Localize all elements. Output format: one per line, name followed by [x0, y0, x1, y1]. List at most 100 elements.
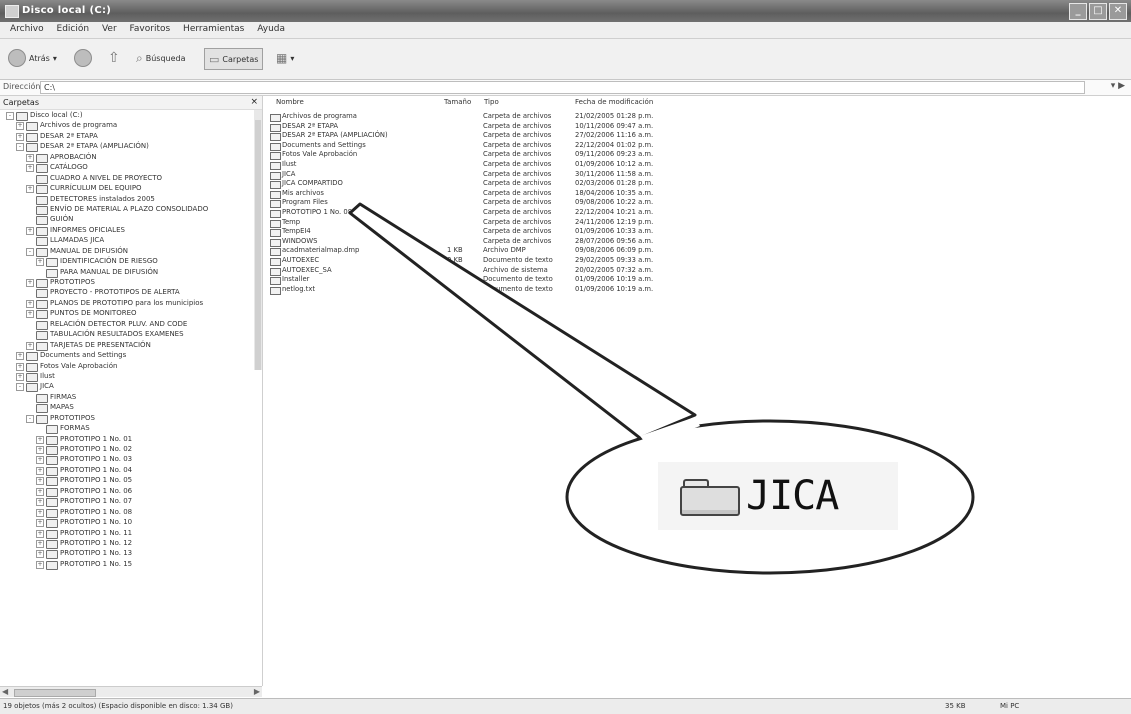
tree-node[interactable]: TABULACIÓN RESULTADOS EXAMENES [0, 329, 262, 341]
expand-icon[interactable]: + [36, 477, 44, 486]
expand-icon[interactable]: + [26, 226, 34, 235]
expand-icon[interactable]: + [36, 560, 44, 569]
tree-node[interactable]: + PROTOTIPO 1 No. 06 [0, 486, 262, 497]
expand-icon[interactable]: + [16, 122, 24, 131]
tree-node[interactable]: + PROTOTIPO 1 No. 07 [0, 496, 262, 508]
expand-icon[interactable]: + [26, 299, 34, 308]
tree-node[interactable]: CUADRO A NIVEL DE PROYECTO [0, 173, 262, 184]
expand-icon[interactable]: + [26, 153, 34, 162]
go-button[interactable]: ▾ ▶ [1111, 81, 1125, 91]
menu-favoritos[interactable]: Favoritos [130, 24, 171, 34]
tree-node[interactable]: + PROTOTIPO 1 No. 12 [0, 538, 262, 549]
tree-node[interactable]: + PUNTOS DE MONITOREO [0, 308, 262, 320]
tree-node[interactable]: - MANUAL DE DIFUSIÓN [0, 246, 262, 257]
tree-vertical-scrollbar[interactable] [254, 110, 262, 370]
expand-icon[interactable]: + [36, 466, 44, 475]
expand-icon[interactable]: + [36, 508, 44, 517]
expand-icon[interactable]: + [36, 435, 44, 444]
tree-node[interactable]: GUIÓN [0, 214, 262, 226]
expand-icon[interactable]: + [36, 446, 44, 454]
tree-node[interactable]: + CURRÍCULUM DEL EQUIPO [0, 183, 262, 195]
tree-node[interactable]: + PLANOS DE PROTOTIPO para los municipios [0, 298, 262, 309]
expand-icon[interactable]: + [26, 279, 34, 287]
up-folder-button[interactable]: ⇧ [108, 48, 120, 68]
tree-node[interactable]: + TARJETAS DE PRESENTACIÓN [0, 340, 262, 351]
expand-icon[interactable]: + [36, 456, 44, 465]
expand-icon[interactable]: + [36, 550, 44, 559]
tree-node[interactable]: LLAMADAS JICA [0, 235, 262, 247]
tree-node[interactable]: ENVÍO DE MATERIAL A PLAZO CONSOLIDADO [0, 204, 262, 215]
tree-node[interactable]: + IDENTIFICACIÓN DE RIESGO [0, 256, 262, 268]
tree-node[interactable]: - JICA [0, 381, 262, 393]
forward-button[interactable] [74, 48, 92, 68]
column-date-header[interactable]: Fecha de modificación [575, 98, 653, 106]
address-input[interactable]: C:\ [40, 81, 1085, 94]
tree-node[interactable]: + APROBACIÓN [0, 152, 262, 163]
tree-node[interactable]: + DESAR 2ª ETAPA [0, 131, 262, 142]
tree-node[interactable]: + PROTOTIPO 1 No. 10 [0, 517, 262, 529]
minimize-button[interactable]: _ [1069, 3, 1087, 20]
column-size-header[interactable]: Tamaño [444, 98, 471, 106]
expand-icon[interactable]: + [26, 341, 34, 350]
collapse-icon[interactable]: - [16, 143, 24, 152]
tree-node[interactable]: + PROTOTIPO 1 No. 03 [0, 454, 262, 466]
tree-node[interactable]: PARA MANUAL DE DIFUSIÓN [0, 267, 262, 278]
expand-icon[interactable]: + [36, 498, 44, 507]
tree-node[interactable]: DETECTORES instalados 2005 [0, 194, 262, 205]
search-button[interactable]: ⌕ Búsqueda [136, 48, 186, 68]
expand-icon[interactable]: + [36, 487, 44, 496]
tree-node[interactable]: + PROTOTIPOS [0, 277, 262, 288]
collapse-icon[interactable]: - [16, 383, 24, 392]
tree-node[interactable]: + Fotos Vale Aprobación [0, 361, 262, 372]
menu-ayuda[interactable]: Ayuda [257, 24, 285, 34]
close-button[interactable]: ✕ [1109, 3, 1127, 20]
expand-icon[interactable]: + [16, 352, 24, 361]
tree-node[interactable]: + PROTOTIPO 1 No. 05 [0, 475, 262, 487]
tree-node[interactable]: + CATÁLOGO [0, 162, 262, 174]
tree-horizontal-scrollbar[interactable]: ◀ ▶ [0, 686, 262, 697]
tree-node[interactable]: + Ilust [0, 371, 262, 382]
tree-node[interactable]: + PROTOTIPO 1 No. 08 [0, 507, 262, 518]
menu-archivo[interactable]: Archivo [10, 24, 44, 34]
views-button[interactable]: ▦ ▾ [276, 48, 294, 68]
menu-herramientas[interactable]: Herramientas [183, 24, 244, 34]
tree-node[interactable]: + Documents and Settings [0, 350, 262, 362]
tree-node[interactable]: FIRMAS [0, 392, 262, 403]
tree-node[interactable]: MAPAS [0, 402, 262, 414]
tree-node[interactable]: + Archivos de programa [0, 120, 262, 132]
tree-node[interactable]: - Disco local (C:) [0, 110, 262, 121]
tree-node[interactable]: PROYECTO - PROTOTIPOS DE ALERTA [0, 287, 262, 299]
tree-node[interactable]: + PROTOTIPO 1 No. 15 [0, 559, 262, 570]
tree-node[interactable]: FORMAS [0, 423, 262, 435]
column-name-header[interactable]: Nombre [276, 98, 304, 106]
tree-node[interactable]: + PROTOTIPO 1 No. 02 [0, 444, 262, 455]
maximize-button[interactable]: □ [1089, 3, 1107, 20]
expand-icon[interactable]: + [36, 529, 44, 538]
column-type-header[interactable]: Tipo [484, 98, 499, 106]
expand-icon[interactable]: + [26, 164, 34, 173]
back-button[interactable]: Atrás ▾ [8, 48, 57, 68]
expand-icon[interactable]: + [26, 185, 34, 194]
folders-button[interactable]: ▭ Carpetas [204, 48, 264, 70]
collapse-icon[interactable]: - [26, 414, 34, 423]
expand-icon[interactable]: + [16, 372, 24, 381]
collapse-icon[interactable]: - [26, 247, 34, 256]
expand-icon[interactable]: + [36, 258, 44, 267]
menu-edicion[interactable]: Edición [57, 24, 90, 34]
tree-node[interactable]: + PROTOTIPO 1 No. 04 [0, 465, 262, 476]
tree-node[interactable]: RELACIÓN DETECTOR PLUV. AND CODE [0, 319, 262, 330]
tree-node[interactable]: - PROTOTIPOS [0, 413, 262, 424]
tree-node[interactable]: - DESAR 2ª ETAPA (AMPLIACIÓN) [0, 141, 262, 153]
tree-node[interactable]: + PROTOTIPO 1 No. 01 [0, 434, 262, 445]
collapse-icon[interactable]: - [6, 112, 14, 120]
menu-ver[interactable]: Ver [102, 24, 117, 34]
expand-icon[interactable]: + [26, 310, 34, 319]
expand-icon[interactable]: + [36, 539, 44, 548]
expand-icon[interactable]: + [36, 519, 44, 528]
close-pane-button[interactable]: × [250, 97, 258, 107]
tree-node[interactable]: + INFORMES OFICIALES [0, 225, 262, 236]
expand-icon[interactable]: + [16, 132, 24, 141]
tree-node[interactable]: + PROTOTIPO 1 No. 11 [0, 528, 262, 539]
expand-icon[interactable]: + [16, 362, 24, 371]
tree-node[interactable]: + PROTOTIPO 1 No. 13 [0, 548, 262, 560]
